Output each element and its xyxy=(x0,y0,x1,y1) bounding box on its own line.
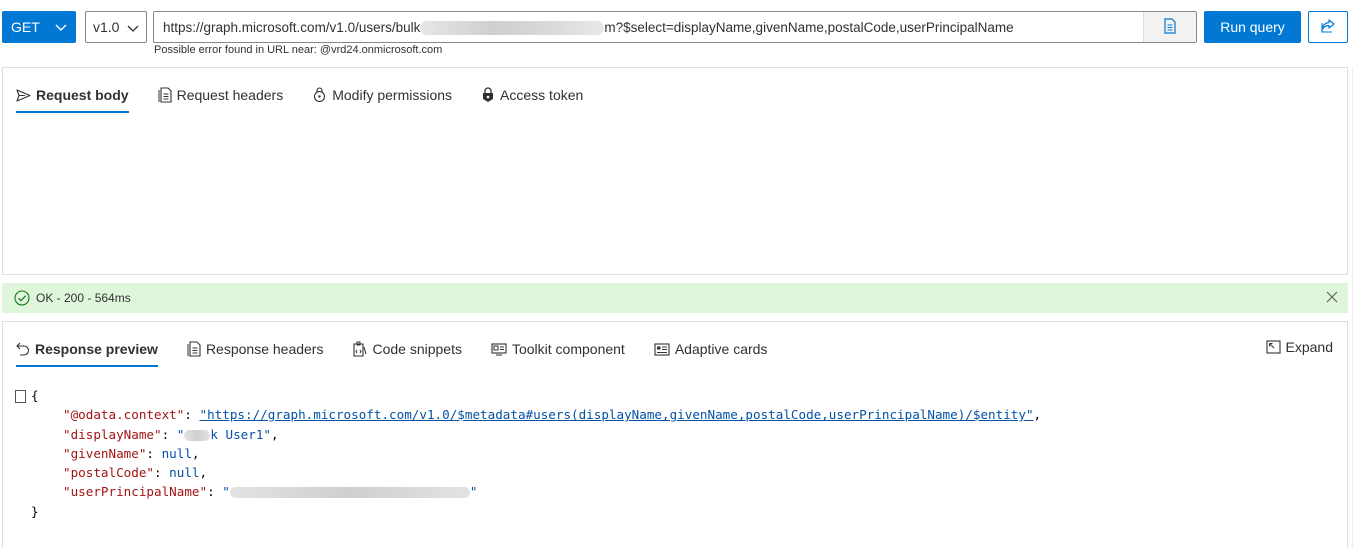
odata-context-link[interactable]: "https://graph.microsoft.com/v1.0/$metad… xyxy=(200,407,1034,422)
version-label: v1.0 xyxy=(93,19,120,35)
share-icon xyxy=(1320,18,1336,37)
tab-adaptive-cards[interactable]: Adaptive cards xyxy=(654,332,768,366)
url-text: https://graph.microsoft.com/v1.0/users/b… xyxy=(163,20,1014,36)
json-line: "givenName": null, xyxy=(63,445,200,461)
status-text: OK - 200 - 564ms xyxy=(36,291,131,305)
json-line: "postalCode": null, xyxy=(63,465,208,481)
json-line: "@odata.context": "https://graph.microso… xyxy=(63,407,1042,423)
response-tabs: Response preview Response headers Code s… xyxy=(16,332,796,367)
url-prefix: https://graph.microsoft.com/v1.0/users/b… xyxy=(163,20,421,35)
tab-label: Request body xyxy=(36,87,129,103)
request-panel: Request body Request headers Modify perm… xyxy=(2,67,1348,275)
tab-request-headers[interactable]: Request headers xyxy=(158,78,284,112)
json-open-brace: { xyxy=(31,388,39,403)
undo-arrow-icon xyxy=(16,342,30,356)
display-name-visible: k User1" xyxy=(210,426,272,442)
tab-label: Response preview xyxy=(35,341,158,357)
tab-response-preview[interactable]: Response preview xyxy=(16,332,158,367)
json-response: { "@odata.context": "https://graph.micro… xyxy=(15,386,1041,521)
redacted-text xyxy=(229,487,470,499)
tab-response-headers[interactable]: Response headers xyxy=(187,332,324,366)
document-icon xyxy=(158,87,172,103)
toolkit-icon xyxy=(491,342,507,356)
tab-access-token[interactable]: Access token xyxy=(481,78,583,112)
status-bar: OK - 200 - 564ms xyxy=(2,283,1348,313)
tab-label: Code snippets xyxy=(372,341,462,357)
chevron-down-icon xyxy=(127,21,139,37)
expand-label: Expand xyxy=(1285,339,1333,355)
expand-icon xyxy=(1265,340,1281,354)
document-icon xyxy=(187,341,201,357)
json-line: "displayName": " k User1", xyxy=(63,426,279,442)
tab-label: Toolkit component xyxy=(511,341,625,357)
scrollbar[interactable] xyxy=(1352,67,1367,548)
display-name-value: " k User1" xyxy=(176,426,272,442)
tab-label: Access token xyxy=(500,87,584,103)
tab-toolkit-component[interactable]: Toolkit component xyxy=(491,332,625,366)
upn-value: " " xyxy=(222,484,478,500)
method-dropdown[interactable]: GET xyxy=(2,11,76,43)
fold-toggle[interactable] xyxy=(15,390,26,403)
redacted-text xyxy=(184,429,211,441)
code-snippet-icon xyxy=(352,341,367,357)
check-circle-icon xyxy=(14,290,30,306)
chevron-down-icon xyxy=(55,20,67,36)
redacted-url-segment xyxy=(420,21,605,36)
tab-label: Adaptive cards xyxy=(674,341,768,357)
json-line: "userPrincipalName": " " xyxy=(63,484,478,500)
tab-request-body[interactable]: Request body xyxy=(16,78,129,113)
response-panel: Response preview Response headers Code s… xyxy=(2,321,1348,548)
run-query-button[interactable]: Run query xyxy=(1204,11,1301,43)
send-icon xyxy=(16,88,31,102)
tab-modify-permissions[interactable]: Modify permissions xyxy=(312,78,452,112)
json-close-brace: } xyxy=(31,503,39,519)
url-input[interactable]: https://graph.microsoft.com/v1.0/users/b… xyxy=(153,11,1197,43)
expand-button[interactable]: Expand xyxy=(1265,339,1333,355)
version-dropdown[interactable]: v1.0 xyxy=(85,11,147,43)
tab-label: Response headers xyxy=(205,341,324,357)
document-icon xyxy=(1163,17,1177,37)
url-suffix: m?$select=displayName,givenName,postalCo… xyxy=(604,20,1014,35)
tab-label: Modify permissions xyxy=(332,87,453,103)
card-icon xyxy=(654,342,670,356)
permissions-lock-icon xyxy=(312,87,327,103)
url-error-hint: Possible error found in URL near: @vrd24… xyxy=(154,44,443,56)
tab-label: Request headers xyxy=(176,87,284,103)
method-label: GET xyxy=(11,19,40,35)
shield-lock-icon xyxy=(481,87,495,103)
share-button[interactable] xyxy=(1308,11,1348,43)
request-tabs: Request body Request headers Modify perm… xyxy=(16,78,612,113)
close-icon[interactable] xyxy=(1326,291,1338,306)
url-docs-button[interactable] xyxy=(1143,12,1196,42)
tab-code-snippets[interactable]: Code snippets xyxy=(352,332,462,366)
